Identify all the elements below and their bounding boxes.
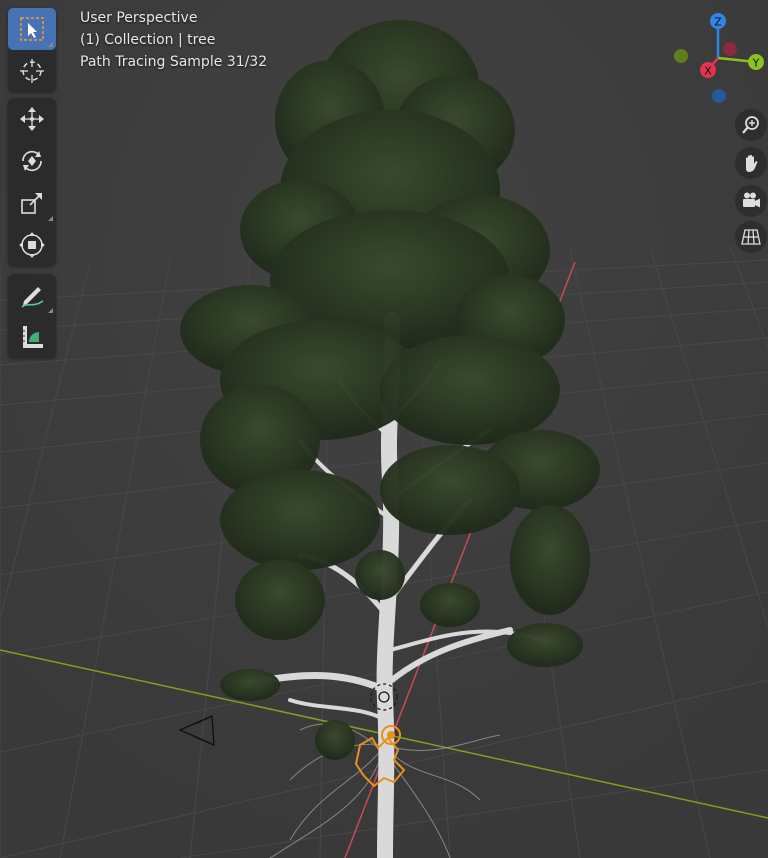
render-status-label: Path Tracing Sample 31/32 (80, 54, 268, 70)
select-box-icon (20, 17, 44, 41)
toggle-orthographic-button[interactable] (735, 221, 767, 253)
neg-x-handle[interactable] (723, 42, 737, 56)
rotate-tool[interactable] (8, 140, 56, 182)
ruler-icon (23, 326, 43, 348)
camera-view-button[interactable] (735, 185, 767, 217)
transform-icon (19, 232, 45, 258)
toolbar-annotate-group (8, 274, 56, 358)
neg-y-handle[interactable] (674, 49, 688, 63)
cursor-tool[interactable] (8, 50, 56, 92)
3d-viewport[interactable] (0, 0, 768, 858)
z-axis-handle[interactable]: Z (710, 13, 726, 29)
svg-text:Z: Z (714, 16, 722, 29)
annotate-tool[interactable] (8, 274, 56, 316)
scale-icon (21, 193, 42, 214)
neg-z-handle[interactable] (712, 89, 726, 103)
pan-button[interactable] (735, 147, 767, 179)
pencil-icon (21, 287, 44, 308)
zoom-icon (742, 116, 759, 134)
toolbar-select-group (8, 8, 56, 92)
transform-tool[interactable] (8, 224, 56, 266)
view-name-label: User Perspective (80, 10, 198, 26)
move-icon (20, 107, 44, 131)
select-box-tool[interactable] (8, 8, 56, 50)
svg-text:X: X (704, 65, 712, 78)
x-axis-handle[interactable]: X (700, 62, 716, 78)
cursor-icon (20, 59, 44, 83)
toolbar-transform-group (8, 98, 56, 266)
camera-icon (743, 192, 760, 208)
zoom-button[interactable] (735, 109, 767, 141)
navigation-gizmo[interactable]: Z Y X (668, 8, 768, 108)
grid-icon (741, 229, 761, 245)
move-tool[interactable] (8, 98, 56, 140)
svg-text:Y: Y (752, 57, 760, 70)
hand-icon (746, 154, 758, 172)
scale-tool[interactable] (8, 182, 56, 224)
y-axis-handle[interactable]: Y (748, 54, 764, 70)
collection-info-label: (1) Collection | tree (80, 32, 216, 48)
measure-tool[interactable] (8, 316, 56, 358)
rotate-icon (22, 150, 42, 172)
